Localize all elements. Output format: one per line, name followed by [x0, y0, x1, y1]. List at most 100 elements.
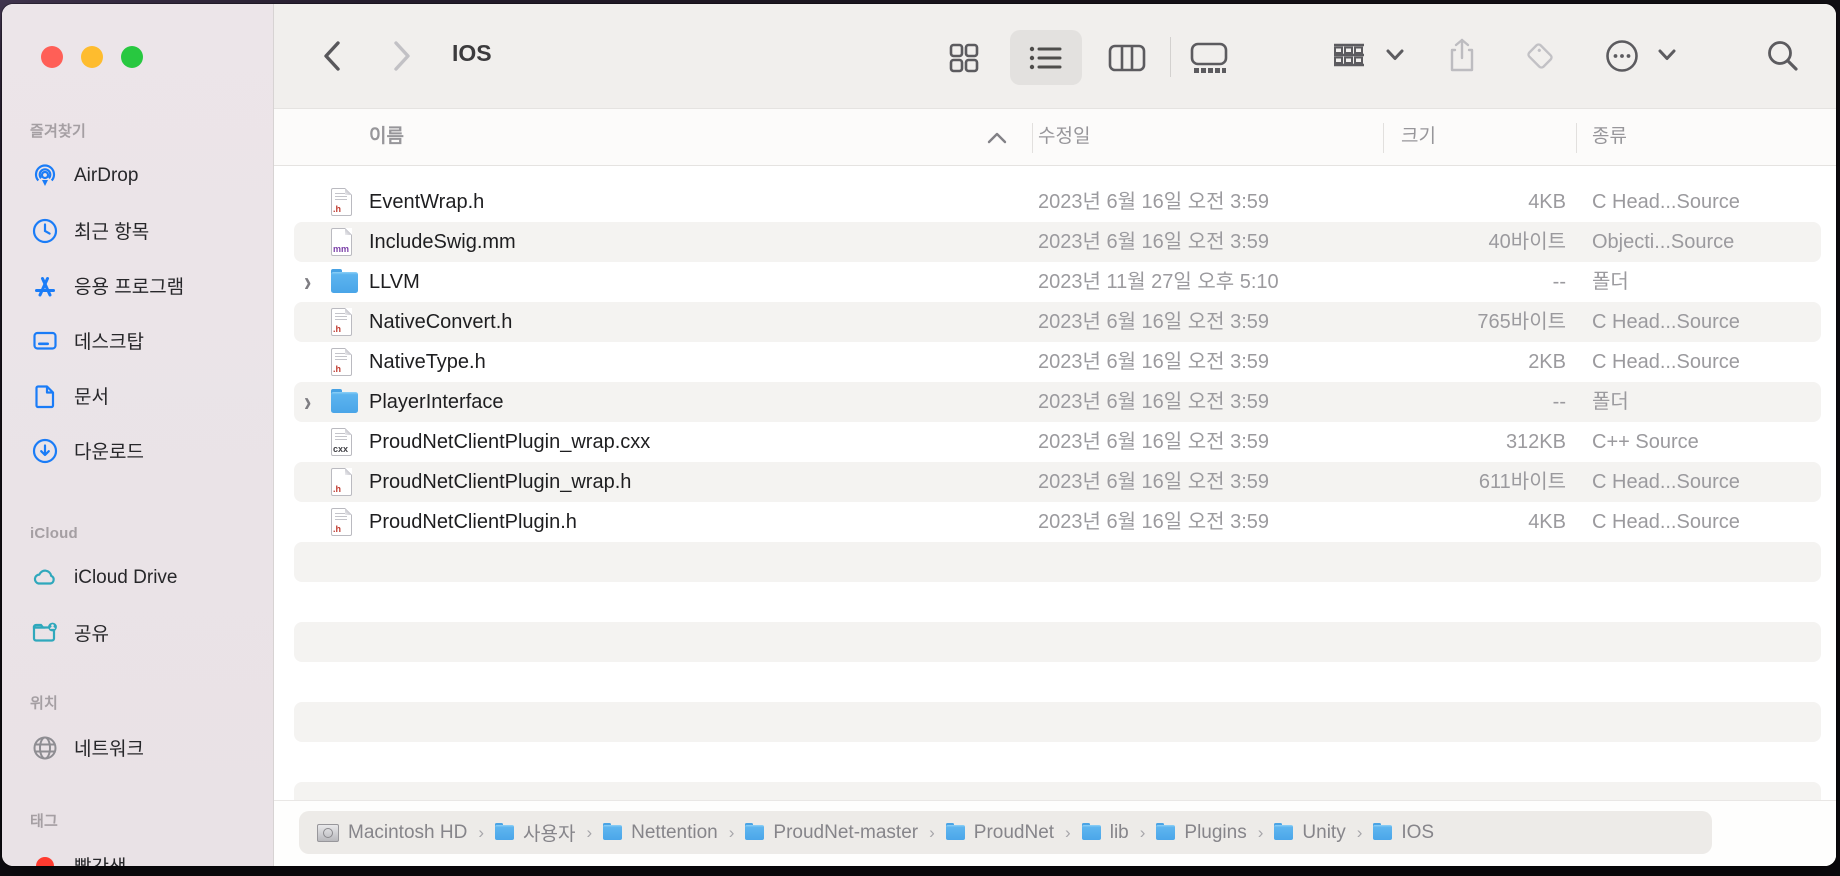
file-size: 765바이트	[1366, 302, 1566, 342]
file-ext-badge: mm	[333, 244, 349, 254]
app-store-a-icon	[30, 271, 60, 301]
minimize-window-button[interactable]	[81, 46, 103, 68]
path-item-label: Macintosh HD	[348, 822, 467, 844]
group-by-button[interactable]	[1327, 34, 1371, 78]
column-kind[interactable]: 종류	[1592, 109, 1627, 165]
sidebar-item-tag-red[interactable]: 빨간색	[2, 838, 273, 866]
globe-icon	[30, 733, 60, 763]
path-item-proudnet-master[interactable]: ProudNet-master	[745, 822, 918, 844]
objc-file-icon: mm	[331, 228, 352, 256]
column-divider[interactable]	[1576, 123, 1577, 153]
more-options-chevron-icon	[1656, 47, 1678, 63]
sidebar-item-recents[interactable]: 최근 항목	[2, 203, 273, 258]
file-modified: 2023년 6월 16일 오전 3:59	[1038, 382, 1269, 422]
sidebar-item-network[interactable]: 네트워크	[2, 720, 273, 775]
path-item-users[interactable]: 사용자	[495, 819, 575, 846]
table-row[interactable]: .h NativeConvert.h 2023년 6월 16일 오전 3:59 …	[274, 302, 1836, 342]
disclosure-chevron-icon[interactable]: ›	[304, 377, 311, 427]
file-modified: 2023년 6월 16일 오전 3:59	[1038, 182, 1269, 222]
column-modified[interactable]: 수정일	[1038, 109, 1090, 165]
toolbar-separator	[1170, 37, 1171, 77]
folder-icon	[331, 388, 358, 413]
empty-row	[274, 582, 1836, 622]
table-row[interactable]: › PlayerInterface 2023년 6월 16일 오전 3:59 -…	[274, 382, 1836, 422]
path-item-plugins[interactable]: Plugins	[1156, 822, 1246, 844]
column-header: 이름 수정일 크기 종류	[274, 108, 1836, 166]
share-button[interactable]	[1440, 34, 1484, 78]
group-by-chevron-icon	[1384, 47, 1406, 63]
sidebar-item-desktop[interactable]: 데스크탑	[2, 313, 273, 368]
file-name: PlayerInterface	[369, 382, 504, 422]
column-name[interactable]: 이름	[369, 109, 404, 165]
main-area: IOS	[274, 4, 1836, 866]
file-ext-badge: .h	[333, 324, 341, 334]
table-row[interactable]: .h NativeType.h 2023년 6월 16일 오전 3:59 2KB…	[274, 342, 1836, 382]
path-item-lib[interactable]: lib	[1082, 822, 1129, 844]
table-row[interactable]: .h EventWrap.h 2023년 6월 16일 오전 3:59 4KB …	[274, 182, 1836, 222]
file-kind: C++ Source	[1592, 422, 1699, 462]
empty-row	[274, 702, 1836, 742]
file-modified: 2023년 6월 16일 오전 3:59	[1038, 302, 1269, 342]
file-name: ProudNetClientPlugin_wrap.cxx	[369, 422, 650, 462]
path-separator: ›	[586, 823, 592, 843]
folder-icon	[745, 825, 764, 840]
empty-row	[274, 662, 1836, 702]
table-row[interactable]: cxx ProudNetClientPlugin_wrap.cxx 2023년 …	[274, 422, 1836, 462]
more-options-button[interactable]	[1600, 34, 1644, 78]
path-separator: ›	[478, 823, 484, 843]
sidebar-item-label: 데스크탑	[74, 327, 144, 354]
tag-button[interactable]	[1518, 34, 1562, 78]
folder-icon	[603, 825, 622, 840]
table-row[interactable]: .h ProudNetClientPlugin.h 2023년 6월 16일 오…	[274, 502, 1836, 542]
column-divider[interactable]	[1383, 123, 1384, 153]
close-window-button[interactable]	[41, 46, 63, 68]
empty-row	[274, 742, 1836, 782]
table-row[interactable]: › LLVM 2023년 11월 27일 오후 5:10 -- 폴더	[274, 262, 1836, 302]
file-name: EventWrap.h	[369, 182, 484, 222]
sidebar-item-icloud-drive[interactable]: iCloud Drive	[2, 550, 273, 605]
back-button[interactable]	[310, 34, 354, 78]
table-row[interactable]: mm IncludeSwig.mm 2023년 6월 16일 오전 3:59 4…	[274, 222, 1836, 262]
desktop-icon	[30, 326, 60, 356]
file-kind: C Head...Source	[1592, 342, 1740, 382]
table-row[interactable]: .h ProudNetClientPlugin_wrap.h 2023년 6월 …	[274, 462, 1836, 502]
traffic-lights	[41, 46, 143, 68]
search-button[interactable]	[1761, 34, 1805, 78]
forward-button[interactable]	[380, 34, 424, 78]
view-grid-button[interactable]	[928, 30, 1000, 85]
path-item-label: Unity	[1302, 822, 1345, 844]
column-size[interactable]: 크기	[1401, 109, 1436, 165]
sidebar: 즐겨찾기 AirDrop 최근 항목 응용 프로그램 데스크탑	[2, 4, 274, 866]
file-modified: 2023년 6월 16일 오전 3:59	[1038, 462, 1269, 502]
red-dot-icon	[30, 851, 60, 867]
view-columns-button[interactable]	[1091, 30, 1163, 85]
file-name: NativeConvert.h	[369, 302, 512, 342]
sidebar-item-documents[interactable]: 문서	[2, 368, 273, 423]
file-size: 611바이트	[1366, 462, 1566, 502]
sidebar-item-applications[interactable]: 응용 프로그램	[2, 258, 273, 313]
path-item-ios[interactable]: IOS	[1373, 822, 1434, 844]
sidebar-item-shared[interactable]: 공유	[2, 605, 273, 660]
file-modified: 2023년 6월 16일 오전 3:59	[1038, 502, 1269, 542]
view-gallery-button[interactable]	[1173, 30, 1245, 85]
path-item-macintosh-hd[interactable]: Macintosh HD	[317, 822, 467, 844]
disclosure-chevron-icon[interactable]: ›	[304, 257, 311, 307]
folder-icon	[1373, 825, 1392, 840]
folder-icon	[331, 268, 358, 293]
cpp-source-file-icon: cxx	[331, 428, 352, 456]
path-item-unity[interactable]: Unity	[1274, 822, 1345, 844]
c-header-file-icon: .h	[331, 508, 352, 536]
path-item-nettention[interactable]: Nettention	[603, 822, 718, 844]
path-item-label: IOS	[1401, 822, 1434, 844]
sidebar-item-downloads[interactable]: 다운로드	[2, 423, 273, 478]
zoom-window-button[interactable]	[121, 46, 143, 68]
path-item-proudnet[interactable]: ProudNet	[946, 822, 1054, 844]
column-divider[interactable]	[1032, 123, 1033, 153]
c-header-file-icon: .h	[331, 468, 352, 496]
window-title: IOS	[452, 40, 492, 67]
sidebar-item-label: 공유	[74, 619, 109, 646]
sidebar-item-airdrop[interactable]: AirDrop	[2, 148, 273, 203]
view-list-button[interactable]	[1010, 30, 1082, 85]
sidebar-item-label: 응용 프로그램	[74, 272, 184, 299]
file-ext-badge: .h	[333, 524, 341, 534]
